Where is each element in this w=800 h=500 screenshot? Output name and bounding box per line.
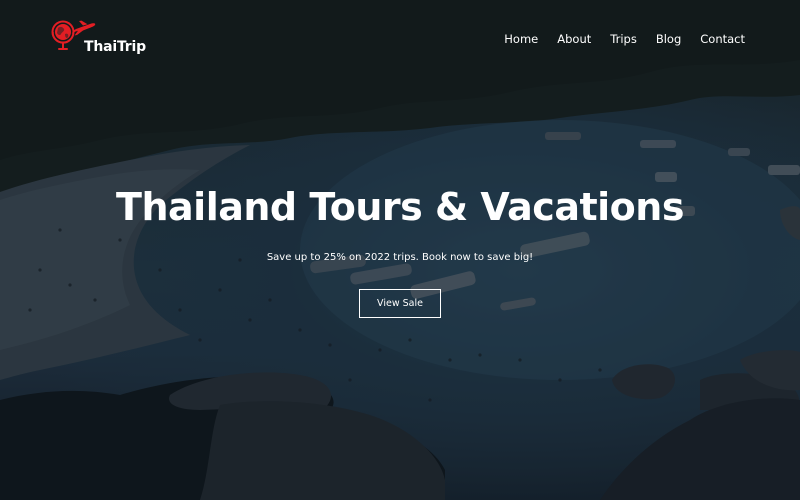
top-navbar: ThaiTrip Home About Trips Blog Contact	[0, 0, 800, 80]
nav-link-trips[interactable]: Trips	[610, 31, 637, 47]
hero-subtitle: Save up to 25% on 2022 trips. Book now t…	[266, 252, 534, 263]
hero-content: Thailand Tours & Vacations Save up to 25…	[0, 180, 800, 318]
brand-name: ThaiTrip	[84, 39, 146, 55]
hero-title: Thailand Tours & Vacations	[116, 185, 684, 229]
brand-logo[interactable]: ThaiTrip	[50, 16, 150, 56]
view-sale-button[interactable]: View Sale	[359, 289, 441, 318]
nav-link-blog[interactable]: Blog	[656, 31, 681, 47]
nav-link-about[interactable]: About	[557, 31, 591, 47]
nav-link-contact[interactable]: Contact	[700, 31, 745, 47]
hero-section: ThaiTrip Home About Trips Blog Contact T…	[0, 0, 800, 500]
nav-menu: Home About Trips Blog Contact	[504, 31, 745, 47]
nav-link-home[interactable]: Home	[504, 31, 538, 47]
